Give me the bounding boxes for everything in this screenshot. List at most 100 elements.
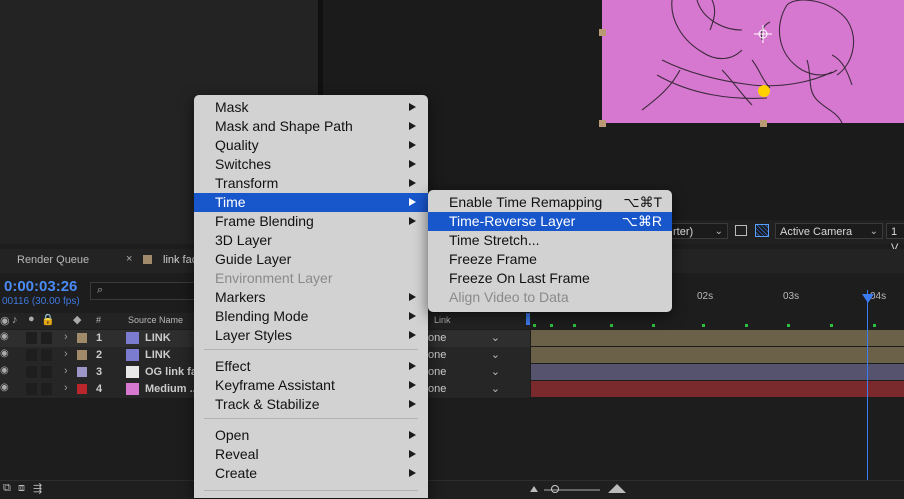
menu-item-mask-and-shape-path[interactable]: Mask and Shape Path <box>194 117 428 136</box>
menu-item-keyframe-assistant[interactable]: Keyframe Assistant <box>194 376 428 395</box>
toggle-in-out-icon[interactable]: ⇶ <box>33 482 42 495</box>
menu-item-track-and-stabilize[interactable]: Track & Stabilize <box>194 395 428 414</box>
menu-item-frame-blending[interactable]: Frame Blending <box>194 212 428 231</box>
column-header-source-name[interactable]: Source Name <box>128 315 183 325</box>
zoom-out-icon[interactable] <box>530 486 538 492</box>
layer-duration-bar[interactable] <box>531 347 904 363</box>
menu-item-blending-mode[interactable]: Blending Mode <box>194 307 428 326</box>
transform-handle[interactable] <box>599 29 606 36</box>
solo-switch[interactable] <box>26 349 37 361</box>
menu-item-switches[interactable]: Switches <box>194 155 428 174</box>
keyframe-marker <box>873 324 876 327</box>
parent-dropdown[interactable]: one ⌄ <box>428 365 504 379</box>
solo-icon[interactable]: ● <box>28 313 35 325</box>
tab-composition[interactable]: link fac <box>163 254 197 266</box>
menu-item-guide-layer[interactable]: Guide Layer <box>194 250 428 269</box>
toggle-switches-icon[interactable]: ⧉ <box>3 482 11 495</box>
submenu-item-freeze-frame[interactable]: Freeze Frame <box>428 250 672 269</box>
tab-render-queue[interactable]: Render Queue <box>17 254 89 266</box>
layer-source-name[interactable]: LINK <box>145 332 171 344</box>
camera-value: Active Camera <box>780 226 853 238</box>
submenu-arrow-icon <box>409 198 416 206</box>
zoom-slider-thumb[interactable] <box>551 485 559 493</box>
menu-item-environment-layer: Environment Layer <box>194 269 428 288</box>
menu-item-label: Frame Blending <box>215 213 314 229</box>
label-tag-icon[interactable]: ◆ <box>73 313 81 326</box>
menu-item-3d-layer[interactable]: 3D Layer <box>194 231 428 250</box>
playhead-handle[interactable] <box>862 294 874 303</box>
resolution-dropdown[interactable]: rter) ⌄ <box>668 223 728 239</box>
visibility-icon[interactable]: ◉ <box>0 314 10 327</box>
work-area-start-handle[interactable] <box>526 313 530 325</box>
lock-switch[interactable] <box>41 383 52 395</box>
menu-item-create[interactable]: Create <box>194 464 428 483</box>
layer-type-icon <box>126 366 139 378</box>
expand-arrow-icon[interactable]: › <box>64 382 68 394</box>
eye-icon[interactable]: ◉ <box>0 365 9 376</box>
layer-source-name[interactable]: OG link fa <box>145 366 197 378</box>
parent-dropdown[interactable]: one ⌄ <box>428 382 504 396</box>
submenu-item-enable-time-remapping[interactable]: Enable Time Remapping ⌥⌘T <box>428 193 672 212</box>
search-input[interactable]: ⌕ <box>90 282 195 300</box>
menu-item-open[interactable]: Open <box>194 426 428 445</box>
keyframe-marker <box>533 324 536 327</box>
menu-item-reveal[interactable]: Reveal <box>194 445 428 464</box>
ruler-label: 02s <box>697 291 714 302</box>
layer-source-name[interactable]: Medium ... <box>145 383 199 395</box>
submenu-item-time-stretch[interactable]: Time Stretch... <box>428 231 672 250</box>
region-of-interest-icon[interactable] <box>735 225 747 236</box>
close-icon[interactable]: × <box>126 253 132 265</box>
menu-item-label: Quality <box>215 137 259 153</box>
submenu-item-time-reverse-layer[interactable]: Time-Reverse Layer ⌥⌘R <box>428 212 672 231</box>
lock-switch[interactable] <box>41 332 52 344</box>
toggle-modes-icon[interactable]: ⧈ <box>18 482 25 495</box>
transform-handle[interactable] <box>760 120 767 127</box>
zoom-in-icon[interactable] <box>608 484 626 493</box>
menu-item-label: Mask and Shape Path <box>215 118 353 134</box>
layer-duration-bar[interactable] <box>531 330 904 346</box>
camera-dropdown[interactable]: Active Camera ⌄ <box>775 223 883 239</box>
audio-icon[interactable]: ♪ <box>12 314 18 326</box>
playhead-line[interactable] <box>867 290 868 480</box>
current-time-display[interactable]: 0:00:03:26 <box>4 278 77 295</box>
lock-switch[interactable] <box>41 349 52 361</box>
menu-item-mask[interactable]: Mask <box>194 98 428 117</box>
expand-arrow-icon[interactable]: › <box>64 331 68 343</box>
parent-dropdown[interactable]: one ⌄ <box>428 331 504 345</box>
parent-dropdown[interactable]: one ⌄ <box>428 348 504 362</box>
column-header-parent-link[interactable]: Link <box>434 315 451 325</box>
submenu-arrow-icon <box>409 103 416 111</box>
eye-icon[interactable]: ◉ <box>0 382 9 393</box>
lock-icon[interactable]: 🔒 <box>41 313 55 326</box>
menu-item-quality[interactable]: Quality <box>194 136 428 155</box>
view-layout-dropdown[interactable]: 1 V <box>886 223 904 254</box>
layer-duration-bar[interactable] <box>531 381 904 397</box>
label-color-swatch[interactable] <box>77 367 87 377</box>
transform-handle[interactable] <box>599 120 606 127</box>
menu-item-time[interactable]: Time <box>194 193 428 212</box>
solo-switch[interactable] <box>26 366 37 378</box>
submenu-item-freeze-on-last-frame[interactable]: Freeze On Last Frame <box>428 269 672 288</box>
expand-arrow-icon[interactable]: › <box>64 348 68 360</box>
lock-switch[interactable] <box>41 366 52 378</box>
menu-item-markers[interactable]: Markers <box>194 288 428 307</box>
composition-canvas[interactable] <box>602 0 904 123</box>
label-color-swatch[interactable] <box>77 333 87 343</box>
solo-switch[interactable] <box>26 383 37 395</box>
menu-item-layer-styles[interactable]: Layer Styles <box>194 326 428 345</box>
keyframe-marker <box>610 324 613 327</box>
label-color-swatch[interactable] <box>77 384 87 394</box>
layer-source-name[interactable]: LINK <box>145 349 171 361</box>
menu-item-label: Time <box>215 194 246 210</box>
eye-icon[interactable]: ◉ <box>0 331 9 342</box>
anchor-point[interactable] <box>758 85 770 97</box>
transparency-grid-icon[interactable] <box>755 224 769 237</box>
layer-duration-bar[interactable] <box>531 364 904 380</box>
eye-icon[interactable]: ◉ <box>0 348 9 359</box>
label-color-swatch[interactable] <box>77 350 87 360</box>
expand-arrow-icon[interactable]: › <box>64 365 68 377</box>
menu-item-effect[interactable]: Effect <box>194 357 428 376</box>
column-header-number: # <box>96 315 102 325</box>
solo-switch[interactable] <box>26 332 37 344</box>
menu-item-transform[interactable]: Transform <box>194 174 428 193</box>
